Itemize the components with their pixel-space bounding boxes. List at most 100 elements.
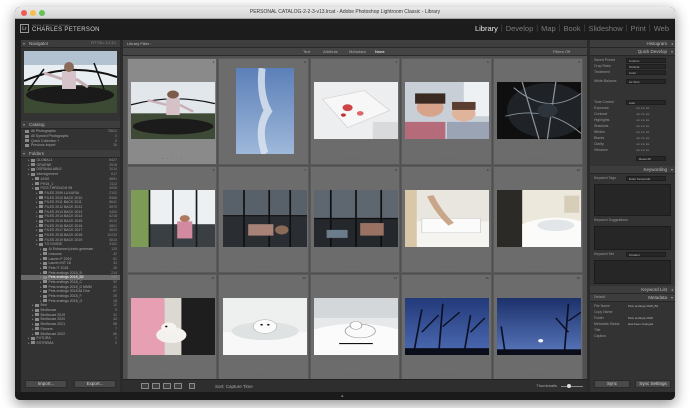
rating-dots[interactable]: · · · · · xyxy=(128,264,216,269)
photo-cell[interactable]: 2 · · · · · xyxy=(218,58,309,165)
metadata-header[interactable]: Default Metadata ▾ xyxy=(590,294,675,302)
module-book[interactable]: Book xyxy=(564,24,581,33)
photo-thumbnail[interactable] xyxy=(496,298,581,355)
keyword-entry-box[interactable] xyxy=(594,184,671,216)
quick-develop-header[interactable]: Quick Develop ▾ xyxy=(590,48,675,56)
rating-dots[interactable]: · · · · · xyxy=(402,156,490,161)
rating-dots[interactable]: · · · · · xyxy=(128,156,216,161)
module-library[interactable]: Library xyxy=(475,24,498,33)
rating-dots[interactable]: · · · · · xyxy=(219,372,307,377)
photo-thumbnail[interactable] xyxy=(235,67,294,154)
metadata-value[interactable] xyxy=(626,334,666,339)
grid-view-button[interactable] xyxy=(141,383,149,389)
catalog-header[interactable]: ▾ Catalog xyxy=(21,121,120,129)
filters-off-toggle[interactable]: Filters Off xyxy=(553,49,570,54)
tone-step-buttons[interactable]: ◂◂ ◂ ▸ ▸▸ xyxy=(636,136,649,140)
filter-none[interactable]: None xyxy=(375,49,385,54)
photo-cell[interactable]: 15 · · · · · xyxy=(492,274,583,381)
keyword-suggestions-box[interactable] xyxy=(594,226,671,250)
treatment-select[interactable]: Color xyxy=(626,70,666,75)
import-button[interactable]: Import... xyxy=(25,380,67,388)
photo-thumbnail[interactable] xyxy=(405,298,490,355)
filter-metadata[interactable]: Metadata xyxy=(349,49,366,54)
tone-step-buttons[interactable]: ◂◂ ◂ ▸ ▸▸ xyxy=(636,106,649,110)
photo-thumbnail[interactable] xyxy=(131,82,216,139)
navigator-zoom-options[interactable]: FIT FILL 1:1 3:1 xyxy=(91,41,116,45)
photo-cell[interactable]: 8 · · · · · xyxy=(309,166,401,273)
metadata-value[interactable]: Pets endings 2018 xyxy=(626,316,666,321)
painter-icon[interactable] xyxy=(189,383,195,389)
metadata-value[interactable] xyxy=(626,328,666,333)
photo-cell[interactable]: 13 · · · · · xyxy=(309,274,401,381)
crop-ratio-select[interactable]: Original xyxy=(626,64,666,69)
metadata-preset[interactable]: Default xyxy=(594,295,605,299)
keyword-set-select[interactable]: Outdoor xyxy=(626,252,666,257)
rating-dots[interactable]: · · · · · xyxy=(128,372,216,377)
photo-thumbnail[interactable] xyxy=(131,298,216,355)
metadata-value[interactable]: Pets endings 2018_B2 xyxy=(626,304,666,309)
rating-dots[interactable]: · · · · · xyxy=(494,372,582,377)
keyword-list-header[interactable]: Keyword List ◂ xyxy=(590,286,675,294)
photo-cell[interactable]: 7 · · · · · xyxy=(218,166,309,273)
tone-step-buttons[interactable]: ◂◂ ◂ ▸ ▸▸ xyxy=(636,112,649,116)
photo-thumbnail[interactable] xyxy=(222,298,307,355)
loupe-view-button[interactable] xyxy=(152,383,160,389)
rating-dots[interactable]: · · · · · xyxy=(219,264,307,269)
rating-dots[interactable]: · · · · · xyxy=(311,264,399,269)
keyword-tags-select[interactable]: Enter Keywords xyxy=(626,176,666,181)
rating-dots[interactable]: · · · · · xyxy=(402,264,490,269)
rating-dots[interactable]: · · · · · xyxy=(494,156,582,161)
tone-auto-button[interactable]: Auto xyxy=(626,100,666,105)
photo-thumbnail[interactable] xyxy=(313,298,398,355)
photo-thumbnail[interactable] xyxy=(313,190,398,247)
module-map[interactable]: Map xyxy=(541,24,556,33)
photo-cell[interactable]: 10 · · · · · xyxy=(492,166,583,273)
tone-step-buttons[interactable]: ◂◂ ◂ ▸ ▸▸ xyxy=(636,142,649,146)
rating-dots[interactable]: · · · · · xyxy=(219,156,307,161)
photo-thumbnail[interactable] xyxy=(496,82,581,139)
disclosure-triangle-icon[interactable]: ▸ xyxy=(28,341,30,345)
rating-dots[interactable]: · · · · · xyxy=(494,264,582,269)
module-web[interactable]: Web xyxy=(654,24,669,33)
photo-cell[interactable]: 14 · · · · · xyxy=(401,274,492,381)
photo-cell[interactable]: 11 · · · · · xyxy=(127,274,218,381)
photo-thumbnail[interactable] xyxy=(222,190,307,247)
photo-cell[interactable]: 5 · · · · · xyxy=(492,58,583,165)
keyword-set-box[interactable] xyxy=(594,260,671,284)
reset-all-button[interactable]: Reset All xyxy=(636,156,666,161)
keywording-header[interactable]: Keywording ▾ xyxy=(590,166,675,174)
thumbnail-size-slider[interactable] xyxy=(561,384,583,388)
histogram-header[interactable]: Histogram ◂ xyxy=(590,40,675,48)
photo-thumbnail[interactable] xyxy=(496,190,581,247)
tone-step-buttons[interactable]: ◂◂ ◂ ▸ ▸▸ xyxy=(636,130,649,134)
folders-header[interactable]: ▾ Folders xyxy=(21,149,120,158)
module-print[interactable]: Print xyxy=(630,24,645,33)
sync-settings-button[interactable]: Sync Settings xyxy=(635,380,671,388)
photo-cell[interactable]: 4 · · · · · xyxy=(401,58,492,165)
navigator-preview[interactable] xyxy=(24,51,117,113)
show-filmstrip-icon[interactable]: ▴ xyxy=(341,393,344,399)
sort-order[interactable]: Sort: Capture Time xyxy=(215,384,253,389)
rating-dots[interactable]: · · · · · xyxy=(402,372,490,377)
photo-cell[interactable]: 12 · · · · · xyxy=(218,274,309,381)
photo-thumbnail[interactable] xyxy=(131,190,216,247)
white-balance-select[interactable]: As Shot xyxy=(626,79,666,84)
photo-cell[interactable]: 1 · · · · · xyxy=(127,58,218,165)
filter-attribute[interactable]: Attribute xyxy=(323,49,338,54)
export-button[interactable]: Export... xyxy=(74,380,116,388)
filter-text[interactable]: Text xyxy=(303,49,310,54)
metadata-value[interactable] xyxy=(626,310,666,315)
metadata-value[interactable]: Has been changed xyxy=(626,322,666,327)
survey-view-button[interactable] xyxy=(174,383,182,389)
tone-step-buttons[interactable]: ◂◂ ◂ ▸ ▸▸ xyxy=(636,118,649,122)
catalog-item[interactable]: Previous Import 26 xyxy=(25,143,120,148)
folder-item[interactable]: ▸ ESTREMA 3 xyxy=(21,341,120,346)
navigator-header[interactable]: ▾ Navigator FIT FILL 1:1 3:1 xyxy=(21,40,120,48)
photo-cell[interactable]: 6 · · · · · xyxy=(127,166,218,273)
photo-thumbnail[interactable] xyxy=(405,190,490,247)
sync-button[interactable]: Sync xyxy=(594,380,630,388)
tone-step-buttons[interactable]: ◂◂ ◂ ▸ ▸▸ xyxy=(636,124,649,128)
photo-thumbnail[interactable] xyxy=(405,82,490,139)
module-slideshow[interactable]: Slideshow xyxy=(588,24,622,33)
module-develop[interactable]: Develop xyxy=(506,24,534,33)
